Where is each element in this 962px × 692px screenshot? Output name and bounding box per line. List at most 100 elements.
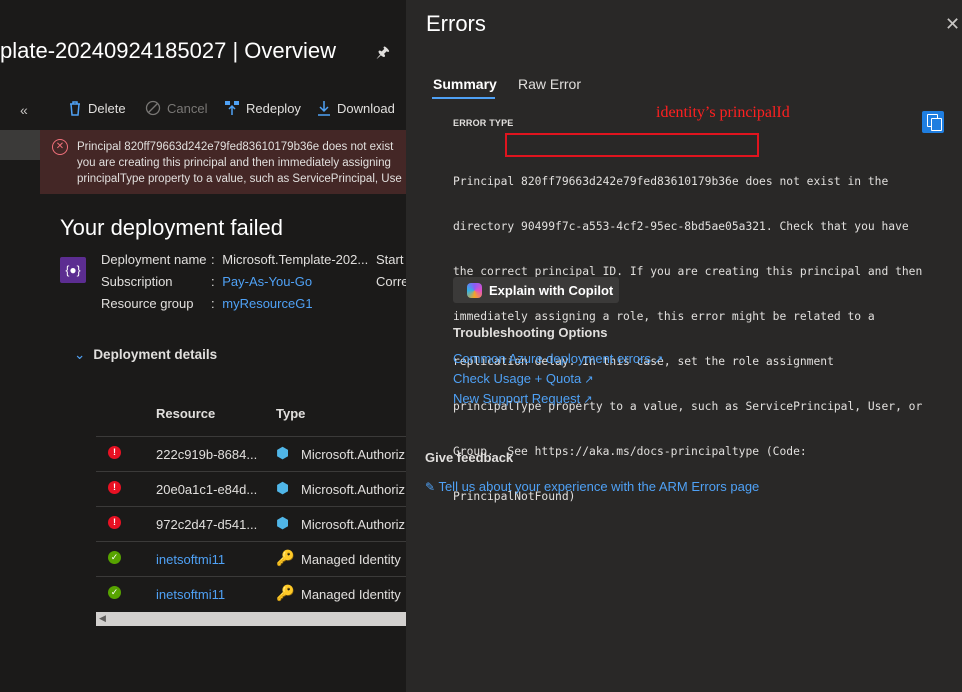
subscription-link[interactable]: Pay-As-You-Go (222, 274, 312, 289)
deployment-icon: {●} (60, 257, 86, 283)
scroll-left-icon[interactable]: ◀ (99, 613, 106, 624)
error-banner-line: Principal 820ff79663d242e79fed83610179b3… (77, 141, 394, 153)
external-link-icon: ↗ (584, 374, 594, 386)
feedback-link-label: Tell us about your experience with the A… (438, 479, 760, 494)
cube-icon: ⬢ (276, 445, 290, 462)
resource-name[interactable]: inetsoftmi11 (156, 552, 225, 567)
errors-panel: Errors ✕ Summary Raw Error ERROR TYPE id… (406, 0, 962, 692)
column-header-type[interactable]: Type (276, 406, 305, 421)
colon: : (211, 252, 215, 267)
download-icon (318, 101, 330, 116)
copy-icon-front (931, 118, 942, 131)
link-check-usage-quota[interactable]: Check Usage + Quota ↗ (453, 371, 594, 386)
feedback-heading: Give feedback (425, 450, 514, 465)
error-message-line: directory 90499f7c-a553-4cf2-95ec-8bd5ae… (453, 220, 909, 233)
colon: : (211, 296, 215, 311)
external-link-icon: ↗ (653, 354, 664, 366)
table-row[interactable]: ! 20e0a1c1-e84d... ⬢ Microsoft.Authoriz (96, 471, 406, 507)
page-title: plate-20240924185027 | Overview (0, 38, 336, 63)
colon: : (211, 274, 215, 289)
error-banner-line: you are creating this principal and then… (77, 157, 391, 169)
error-message-line: Principal 820ff79663d242e79fed83610179b3… (453, 175, 889, 188)
error-message-line: Group. See https://aka.ms/docs-principal… (453, 445, 807, 458)
command-bar: Delete Cancel Redeploy Download (0, 100, 406, 122)
resource-group-row: Resource group: myResourceG1 (101, 296, 313, 311)
link-label: New Support Request (453, 391, 581, 406)
error-banner[interactable]: ✕ Principal 820ff79663d242e79fed83610179… (40, 130, 406, 194)
link-label: Common Azure deployment errors (453, 351, 651, 366)
resource-name: 20e0a1c1-e84d... (156, 482, 258, 497)
success-icon: ✓ (108, 551, 121, 564)
deployment-details-label: Deployment details (93, 347, 218, 362)
pin-icon[interactable]: 🖈 (376, 42, 390, 67)
cancel-button[interactable]: Cancel (145, 100, 207, 116)
copy-button[interactable] (922, 111, 944, 133)
resource-type: Managed Identity (301, 587, 401, 602)
link-new-support-request[interactable]: New Support Request ↗ (453, 391, 592, 406)
chevron-down-icon: ⌄ (74, 347, 86, 362)
resource-name: 972c2d47-d541... (156, 517, 258, 532)
sidebar-selected-strip (0, 130, 40, 160)
redeploy-button[interactable]: Redeploy (224, 100, 301, 116)
resource-name[interactable]: inetsoftmi11 (156, 587, 225, 602)
cube-icon: ⬢ (276, 515, 290, 532)
table-row[interactable]: ! 972c2d47-d541... ⬢ Microsoft.Authoriz (96, 506, 406, 542)
tab-raw-error[interactable]: Raw Error (518, 76, 581, 92)
resource-group-label: Resource group (101, 296, 194, 311)
error-message-line: immediately assigning a role, this error… (453, 310, 875, 323)
error-icon: ! (108, 516, 121, 529)
explain-with-copilot-button[interactable]: Explain with Copilot (453, 277, 619, 303)
error-icon: ! (108, 446, 121, 459)
trash-icon (70, 101, 80, 116)
feedback-icon: ✎ (425, 480, 436, 494)
delete-label: Delete (88, 100, 126, 116)
key-icon: 🔑 (276, 550, 295, 567)
annotation-highlight-box (505, 133, 759, 157)
error-icon: ! (108, 481, 121, 494)
annotation-text: identity’s principalId (656, 104, 790, 121)
subscription-label: Subscription (101, 274, 173, 289)
resource-type: Managed Identity (301, 552, 401, 567)
deployment-name-label: Deployment name (101, 252, 207, 267)
correlation-label: Corre (376, 274, 406, 289)
deployment-overview: plate-20240924185027 | Overview 🖈 « Dele… (0, 0, 406, 692)
delete-button[interactable]: Delete (68, 100, 126, 116)
error-type-label: ERROR TYPE (453, 118, 514, 128)
table-row[interactable]: ✓ inetsoftmi11 🔑 Managed Identity (96, 541, 406, 577)
redeploy-label: Redeploy (246, 100, 301, 116)
start-label: Start (376, 252, 404, 267)
error-banner-text: Principal 820ff79663d242e79fed83610179b3… (77, 139, 402, 187)
download-label: Download (337, 100, 395, 116)
horizontal-scrollbar[interactable]: ◀ (96, 612, 406, 626)
deployment-failed-heading: Your deployment failed (60, 215, 284, 240)
resource-group-link[interactable]: myResourceG1 (222, 296, 312, 311)
close-icon[interactable]: ✕ (945, 14, 960, 35)
active-tab-indicator (432, 97, 495, 99)
panel-title: Errors (426, 11, 486, 36)
cube-icon: ⬢ (276, 480, 290, 497)
deployment-details-toggle[interactable]: ⌄ Deployment details (74, 347, 217, 363)
table-row[interactable]: ✓ inetsoftmi11 🔑 Managed Identity (96, 576, 406, 612)
subscription-row: Subscription: Pay-As-You-Go Corre (101, 274, 406, 289)
cancel-icon (145, 100, 161, 116)
resource-type: Microsoft.Authoriz (301, 447, 406, 462)
link-label: Check Usage + Quota (453, 371, 582, 386)
resource-type: Microsoft.Authoriz (301, 482, 406, 497)
error-icon: ✕ (52, 139, 68, 155)
success-icon: ✓ (108, 586, 121, 599)
table-row[interactable]: ! 222c919b-8684... ⬢ Microsoft.Authoriz (96, 436, 406, 472)
error-banner-line: principalType property to a value, such … (77, 173, 402, 185)
redeploy-icon (225, 101, 239, 115)
resource-name: 222c919b-8684... (156, 447, 258, 462)
download-button[interactable]: Download (317, 100, 395, 116)
tab-summary[interactable]: Summary (433, 76, 497, 92)
cancel-label: Cancel (167, 100, 208, 116)
column-header-resource[interactable]: Resource (156, 406, 215, 421)
feedback-link[interactable]: ✎ Tell us about your experience with the… (425, 479, 759, 494)
deployment-name-row: Deployment name: Microsoft.Template-202.… (101, 252, 403, 267)
copilot-icon (467, 282, 482, 298)
external-link-icon: ↗ (583, 394, 593, 406)
copilot-label: Explain with Copilot (489, 282, 614, 298)
link-common-deployment-errors[interactable]: Common Azure deployment errors ↗ (453, 351, 663, 366)
resource-type: Microsoft.Authoriz (301, 517, 406, 532)
